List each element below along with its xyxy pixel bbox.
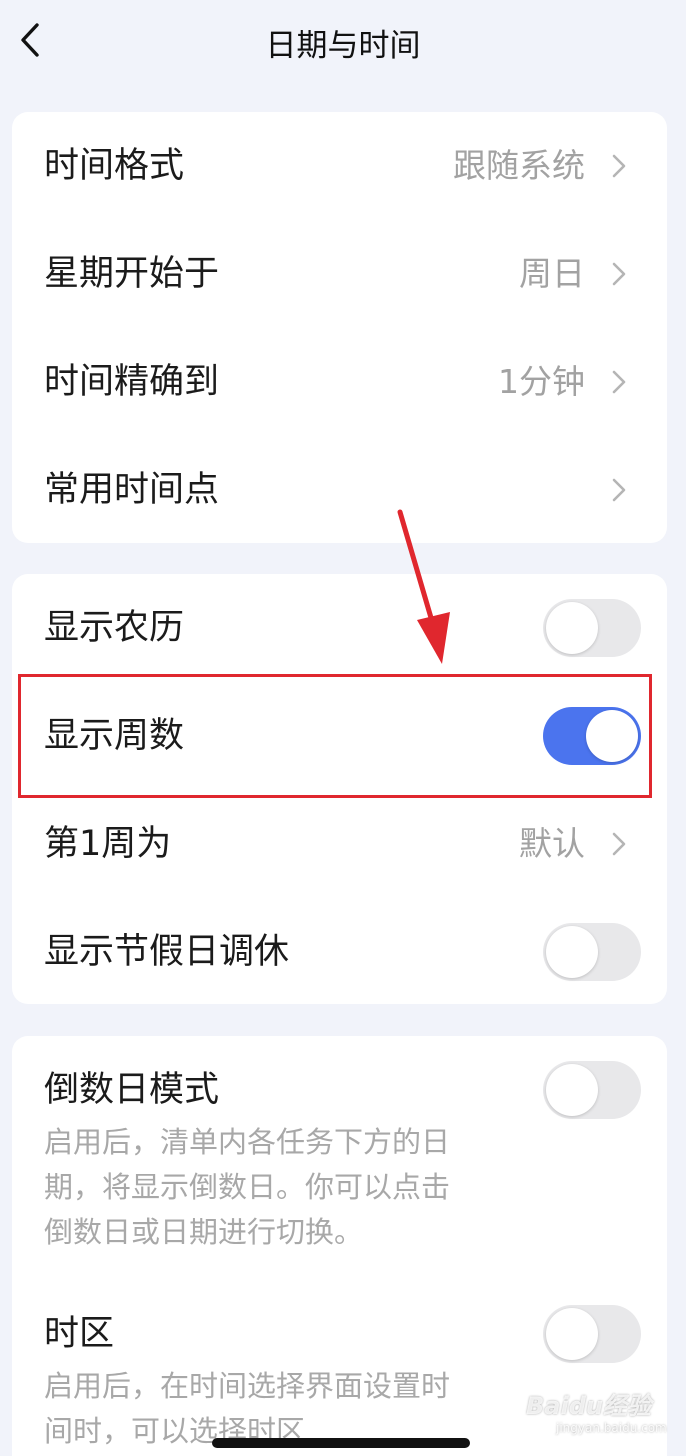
highlight-box [18,674,652,798]
first-week-value: 默认 [519,824,585,863]
description-line: 期，将显示倒数日。你可以点击 [44,1170,451,1204]
show-holiday-row: 显示节假日调休 [12,898,667,1006]
toggle-knob [546,602,598,654]
week-start-label: 星期开始于 [44,254,220,294]
first-week-row[interactable]: 第1周为 默认 [12,790,667,898]
time-format-label: 时间格式 [44,146,185,186]
chevron-right-icon [612,262,626,286]
time-precision-row[interactable]: 时间精确到 1分钟 [12,328,667,436]
toggle-knob [546,1308,598,1360]
countdown-toggle[interactable] [543,1061,641,1119]
time-format-value: 跟随系统 [453,146,585,185]
first-week-label: 第1周为 [44,824,172,864]
nav-header: 日期与时间 [0,0,686,84]
show-holiday-toggle[interactable] [543,923,641,981]
show-lunar-toggle[interactable] [543,599,641,657]
chevron-right-icon [612,370,626,394]
description-line: 启用后，在时间选择界面设置时 [44,1369,451,1403]
show-lunar-label: 显示农历 [44,608,185,648]
week-start-value: 周日 [519,254,585,293]
time-format-row[interactable]: 时间格式 跟随系统 [12,112,667,220]
chevron-right-icon [612,478,626,502]
week-start-row[interactable]: 星期开始于 周日 [12,220,667,328]
time-precision-label: 时间精确到 [44,362,220,402]
description-line: 启用后，清单内各任务下方的日 [44,1125,451,1159]
countdown-description: 启用后，清单内各任务下方的日 期，将显示倒数日。你可以点击 倒数日或日期进行切换… [44,1120,504,1255]
settings-page: 日期与时间 时间格式 跟随系统 星期开始于 周日 时间精确到 1分钟 常用时间点… [0,0,686,1456]
page-title: 日期与时间 [265,28,421,64]
watermark: Baidu经验 [526,1392,651,1420]
common-times-label: 常用时间点 [44,470,220,510]
common-times-row[interactable]: 常用时间点 [12,436,667,544]
chevron-right-icon [612,832,626,856]
description-line: 倒数日或日期进行切换。 [44,1215,364,1249]
timezone-toggle[interactable] [543,1305,641,1363]
annotation-arrow-icon [397,509,450,664]
chevron-right-icon [612,154,626,178]
show-lunar-row: 显示农历 [12,574,667,682]
home-indicator[interactable] [212,1438,470,1448]
show-holiday-label: 显示节假日调休 [44,932,290,972]
toggle-knob [546,1064,598,1116]
watermark-url: jingyan.baidu.com [556,1421,667,1435]
time-precision-value: 1分钟 [498,362,585,401]
toggle-knob [546,926,598,978]
time-settings-card: 时间格式 跟随系统 星期开始于 周日 时间精确到 1分钟 常用时间点 [12,112,667,543]
